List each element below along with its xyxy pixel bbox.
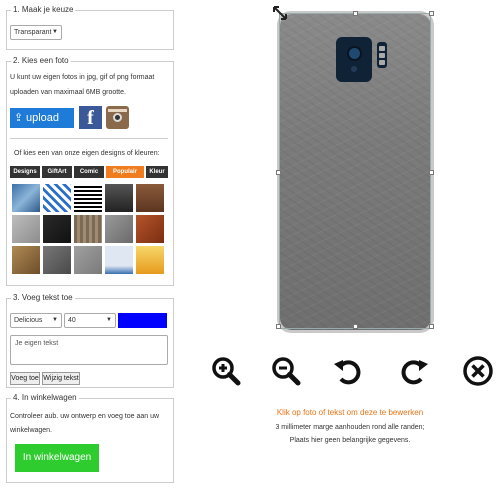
model-select[interactable]: Transparant ▼	[10, 25, 62, 40]
tab-comic[interactable]: Comic	[74, 166, 104, 178]
step4-title: 4. In winkelwagen	[11, 393, 79, 402]
design-thumb[interactable]	[105, 184, 133, 212]
design-thumb[interactable]	[74, 246, 102, 274]
camera-lens	[347, 46, 362, 61]
handle-right[interactable]	[429, 170, 434, 175]
facebook-icon: f	[87, 107, 94, 129]
upload-button[interactable]: ⇪ upload	[10, 108, 74, 128]
design-thumb[interactable]	[12, 184, 40, 212]
zoom-in-icon[interactable]	[210, 355, 242, 387]
handle-bottom[interactable]	[353, 324, 358, 329]
size-select-value: 40	[68, 317, 76, 324]
resize-icon[interactable]	[272, 5, 288, 21]
step3-title: 3. Voeg tekst toe	[11, 293, 75, 302]
design-thumb[interactable]	[136, 215, 164, 243]
handle-bottom-left[interactable]	[276, 324, 281, 329]
margin-note: 3 millimeter marge aanhouden rond alle r…	[275, 424, 425, 431]
upload-icon: ⇪	[14, 112, 24, 124]
design-thumb[interactable]	[105, 246, 133, 274]
tab-designs[interactable]: Designs	[10, 166, 40, 178]
size-select[interactable]: 40 ▼	[64, 313, 116, 328]
handle-left[interactable]	[276, 170, 281, 175]
cart-info-line1: Controleer aub. uw ontwerp en voeg toe a…	[10, 413, 160, 420]
handle-top[interactable]	[353, 11, 358, 16]
design-thumb[interactable]	[12, 215, 40, 243]
zoom-out-icon[interactable]	[270, 355, 302, 387]
tab-giftart[interactable]: GiftArt	[42, 166, 72, 178]
handle-bottom-right[interactable]	[429, 324, 434, 329]
design-thumb[interactable]	[74, 215, 102, 243]
divider	[10, 138, 168, 139]
design-thumb[interactable]	[136, 246, 164, 274]
design-thumb[interactable]	[136, 184, 164, 212]
add-to-cart-button[interactable]: In winkelwagen	[15, 444, 99, 472]
design-thumb[interactable]	[74, 184, 102, 212]
rotate-left-icon[interactable]	[332, 355, 364, 387]
text-color-picker[interactable]	[118, 313, 167, 328]
designs-prompt: Of kies een van onze eigen designs of kl…	[14, 150, 160, 157]
handle-top-right[interactable]	[429, 11, 434, 16]
model-select-value: Transparant	[14, 29, 52, 36]
step2-title: 2. Kies een foto	[11, 56, 71, 65]
flash-icon	[377, 42, 387, 68]
camera-icon	[336, 37, 372, 82]
upload-info-line2: uploaden van maximaal 6MB grootte.	[10, 89, 126, 96]
safe-zone-note: Plaats hier geen belangrijke gegevens.	[289, 437, 411, 444]
add-text-button[interactable]: Voeg toe	[10, 372, 40, 385]
rotate-right-icon[interactable]	[398, 355, 430, 387]
tab-populair[interactable]: Populair	[106, 166, 144, 178]
chevron-down-icon: ▼	[106, 317, 112, 323]
design-thumb[interactable]	[12, 246, 40, 274]
step1-title: 1. Maak je keuze	[11, 5, 76, 14]
tab-kleur[interactable]: Kleur	[146, 166, 168, 178]
instagram-button[interactable]	[106, 106, 129, 129]
text-input[interactable]: Je eigen tekst	[10, 335, 168, 365]
edit-text-button[interactable]: Wijzig tekst	[42, 372, 80, 385]
font-select[interactable]: Delicious ▼	[10, 313, 62, 328]
instagram-icon	[113, 113, 122, 122]
design-thumb[interactable]	[43, 215, 71, 243]
font-select-value: Delicious	[14, 317, 43, 324]
design-thumb[interactable]	[43, 184, 71, 212]
facebook-button[interactable]: f	[79, 106, 102, 129]
delete-icon[interactable]	[462, 355, 494, 387]
chevron-down-icon: ▼	[52, 317, 58, 323]
instagram-strip	[108, 109, 127, 112]
edit-hint: Klik op foto of tekst om deze te bewerke…	[276, 408, 424, 417]
design-thumb[interactable]	[105, 215, 133, 243]
upload-label: upload	[26, 112, 60, 124]
camera-sensor	[351, 66, 357, 72]
design-thumb[interactable]	[43, 246, 71, 274]
upload-info-line1: U kunt uw eigen fotos in jpg, gif of png…	[10, 74, 155, 81]
chevron-down-icon: ▼	[52, 29, 58, 35]
cart-info-line2: winkelwagen.	[10, 427, 53, 434]
